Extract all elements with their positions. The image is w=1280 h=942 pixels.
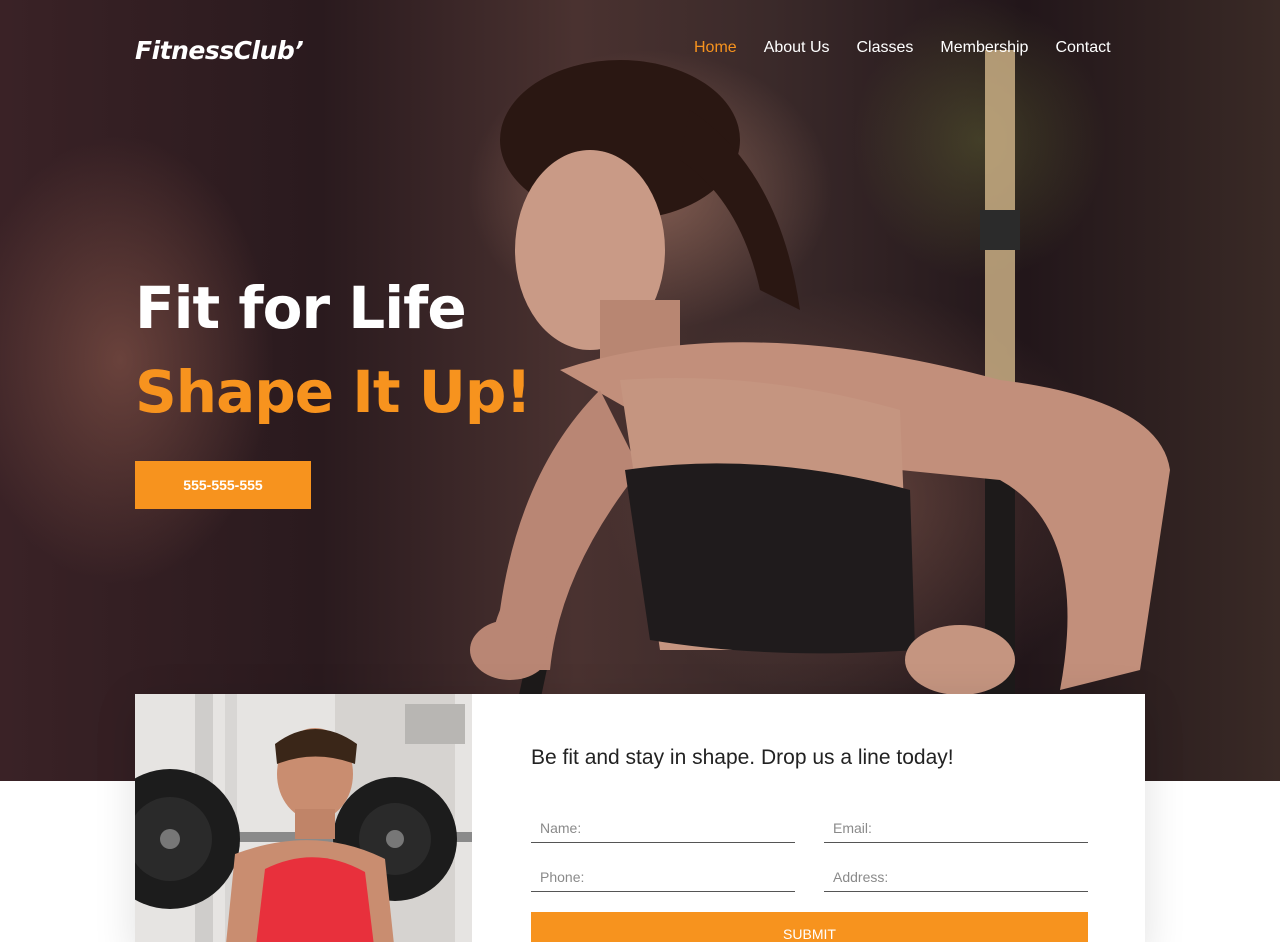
weightlifter-illustration (135, 694, 472, 942)
weightlifter-image (135, 694, 472, 942)
site-logo[interactable]: FitnessClub’ (135, 36, 304, 65)
nav-about-us[interactable]: About Us (764, 38, 830, 58)
address-input[interactable] (824, 862, 1088, 892)
email-input[interactable] (824, 813, 1088, 843)
main-nav: Home About Us Classes Membership Contact (694, 38, 1111, 58)
nav-membership[interactable]: Membership (940, 38, 1028, 58)
nav-classes[interactable]: Classes (857, 38, 914, 58)
nav-contact[interactable]: Contact (1055, 38, 1110, 58)
hero-title: Fit for Life (135, 274, 467, 342)
contact-card: Be fit and stay in shape. Drop us a line… (135, 694, 1145, 942)
hero-background-image (470, 50, 1170, 750)
form-heading: Be fit and stay in shape. Drop us a line… (531, 746, 954, 769)
hero-section: FitnessClub’ Home About Us Classes Membe… (0, 0, 1280, 781)
name-input[interactable] (531, 813, 795, 843)
submit-button[interactable]: SUBMIT (531, 912, 1088, 942)
phone-input[interactable] (531, 862, 795, 892)
nav-home[interactable]: Home (694, 38, 737, 58)
hero-subtitle: Shape It Up! (135, 358, 532, 426)
phone-button[interactable]: 555-555-555 (135, 461, 311, 509)
